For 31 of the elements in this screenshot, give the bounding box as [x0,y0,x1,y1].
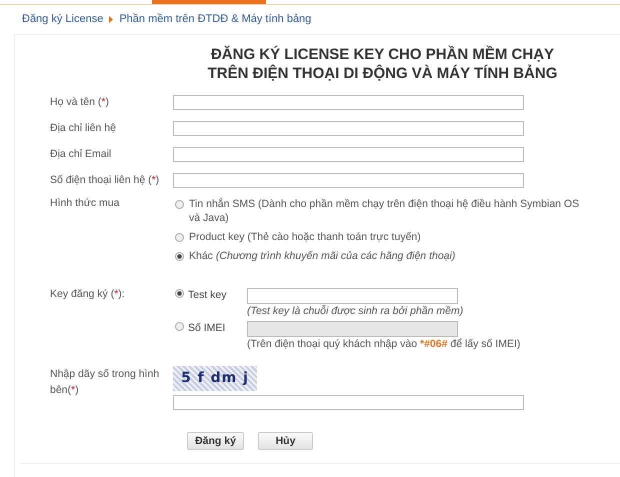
field-label: Địa chỉ liên hệ [50,122,117,134]
text-field[interactable] [173,172,524,188]
field-label: Key đăng ký (*): [50,288,126,300]
radio-button[interactable] [175,200,184,209]
option-label[interactable]: Khác (Chương trình khuyến mãi của các hãng điện thoại) [189,249,456,263]
field-label: Họ và tên (*) [50,96,110,108]
breadcrumb-link[interactable]: Đăng ký License [22,13,104,25]
hint-text: (Test key là chuỗi được sinh ra bởi phần mềm) [247,305,464,317]
breadcrumb-link[interactable]: Phần mềm trên ĐTDĐ & Máy tính bảng [119,13,312,25]
text-field[interactable] [247,288,458,304]
radio-button[interactable] [175,289,184,298]
text-field[interactable] [173,94,524,110]
option-label[interactable]: Product key (Thẻ cào hoặc thanh toán trực tuyến) [189,230,421,244]
text-field[interactable] [173,146,524,162]
form-title: TRÊN ĐIỆN THOẠI DI ĐỘNG VÀ MÁY TÍNH BẢNG [206,64,558,83]
captcha-field[interactable] [173,395,524,410]
breadcrumb-arrow-icon [109,16,114,22]
radio-button[interactable] [175,252,184,261]
radio-button[interactable] [175,233,184,242]
option-label[interactable]: Test key [188,289,227,301]
field-label: Địa chỉ Email [50,148,112,160]
hint-text: (Trên điện thoại quý khách nhập vào *#06# để lấy số IMEI) [247,338,520,350]
form-title: ĐĂNG KÝ LICENSE KEY CHO PHẦN MỀM CHẠY [210,45,556,64]
field-label: Nhập dãy số trong hình bên(*) [50,367,160,398]
captcha-image: 5 f dm j [173,366,257,391]
form-button[interactable]: Hủy [258,432,313,450]
field-label: Số điện thoại liên hệ (*) [50,174,160,186]
option-label[interactable]: Tin nhắn SMS (Dành cho phần mềm chạy trên điện thoại hệ điều hành Symbian OS và Java) [189,197,583,225]
text-field[interactable] [173,120,524,136]
field-label: Hình thức mua [50,197,120,209]
form-button[interactable]: Đăng ký [187,432,244,450]
